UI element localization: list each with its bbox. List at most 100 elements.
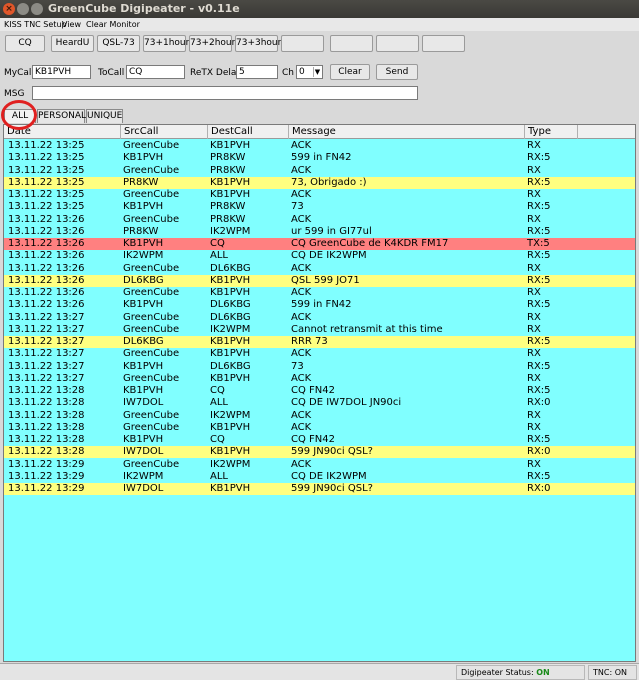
empty-button-3[interactable] bbox=[376, 35, 419, 52]
chevron-down-icon: ▼ bbox=[313, 67, 321, 77]
window-title: GreenCube Digipeater - v0.11e bbox=[48, 2, 240, 15]
table-row[interactable]: 13.11.22 13:29 IW7DOL KB1PVH 599 JN90ci QSL… bbox=[4, 483, 635, 495]
title-bar: × GreenCube Digipeater - v0.11e bbox=[0, 0, 639, 18]
table-row[interactable]: 13.11.22 13:28 IW7DOL ALL CQ DE IW7DOL JN90… bbox=[4, 397, 635, 409]
cell-message: CQ DE IK2WPM bbox=[291, 250, 367, 262]
cell-destcall: IK2WPM bbox=[210, 458, 251, 470]
cell-date: 13.11.22 13:26 bbox=[8, 287, 85, 298]
empty-button-4[interactable] bbox=[422, 35, 465, 52]
cell-type: RX:0 bbox=[527, 446, 551, 458]
table-row[interactable]: 13.11.22 13:28 KB1PVH CQ CQ FN42 RX:5 bbox=[4, 385, 635, 397]
cell-message: ACK bbox=[291, 189, 312, 200]
cell-date: 13.11.22 13:27 bbox=[8, 348, 85, 360]
table-row[interactable]: 13.11.22 13:25 PR8KW KB1PVH 73, Obrigado :)… bbox=[4, 176, 635, 189]
tab-personal[interactable]: PERSONAL bbox=[37, 109, 86, 123]
73-2hour-button[interactable]: 73+2hour bbox=[189, 35, 235, 52]
table-row[interactable]: 13.11.22 13:27 GreenCube KB1PVH ACK RX bbox=[4, 373, 635, 385]
table-row[interactable]: 13.11.22 13:26 KB1PVH DL6KBG 599 in FN42 RX:… bbox=[4, 299, 635, 311]
menu-kiss-tnc-setup[interactable]: KISS TNC Setup bbox=[4, 18, 67, 31]
cell-destcall: KB1PVH bbox=[210, 274, 251, 286]
column-header-message[interactable]: Message bbox=[289, 125, 525, 139]
cell-destcall: ALL bbox=[210, 470, 228, 482]
table-row[interactable]: 13.11.22 13:26 KB1PVH CQ CQ GreenCube de K4… bbox=[4, 238, 635, 250]
minimize-icon[interactable] bbox=[17, 3, 29, 15]
table-row[interactable]: 13.11.22 13:28 GreenCube IK2WPM ACK RX bbox=[4, 410, 635, 422]
73-1hour-button[interactable]: 73+1hour bbox=[143, 35, 189, 52]
table-row[interactable]: 13.11.22 13:25 GreenCube PR8KW ACK RX bbox=[4, 165, 635, 177]
table-row[interactable]: 13.11.22 13:27 DL6KBG KB1PVH RRR 73 RX:5 bbox=[4, 336, 635, 348]
clear-button[interactable]: Clear bbox=[330, 64, 370, 80]
cell-message: ACK bbox=[291, 140, 312, 151]
table-row[interactable]: 13.11.22 13:27 GreenCube KB1PVH ACK RX bbox=[4, 348, 635, 360]
cell-type: RX:0 bbox=[527, 397, 551, 409]
table-row[interactable]: 13.11.22 13:27 KB1PVH DL6KBG 73 RX:5 bbox=[4, 361, 635, 373]
table-row[interactable]: 13.11.22 13:28 IW7DOL KB1PVH 599 JN90ci QSL… bbox=[4, 446, 635, 459]
retx-delay-label: ReTX Delay bbox=[190, 68, 242, 78]
cell-destcall: KB1PVH bbox=[210, 140, 251, 151]
cell-destcall: KB1PVH bbox=[210, 189, 251, 200]
close-icon[interactable]: × bbox=[3, 3, 15, 15]
table-row[interactable]: 13.11.22 13:25 GreenCube KB1PVH ACK RX bbox=[4, 140, 635, 152]
table-row[interactable]: 13.11.22 13:27 GreenCube IK2WPM Cannot retr… bbox=[4, 324, 635, 336]
cell-date: 13.11.22 13:29 bbox=[8, 483, 85, 494]
table-row[interactable]: 13.11.22 13:26 GreenCube PR8KW ACK RX bbox=[4, 214, 635, 226]
retx-delay-field[interactable]: 5 bbox=[236, 65, 278, 79]
cell-srccall: GreenCube bbox=[123, 409, 180, 421]
cell-date: 13.11.22 13:28 bbox=[8, 385, 85, 396]
cell-date: 13.11.22 13:26 bbox=[8, 262, 85, 274]
table-row[interactable]: 13.11.22 13:28 KB1PVH CQ CQ FN42 RX:5 bbox=[4, 434, 635, 446]
table-row[interactable]: 13.11.22 13:27 GreenCube DL6KBG ACK RX bbox=[4, 312, 635, 324]
tab-unique[interactable]: UNIQUE bbox=[86, 109, 123, 123]
column-header-type[interactable]: Type bbox=[525, 125, 578, 139]
table-row[interactable]: 13.11.22 13:29 IK2WPM ALL CQ DE IK2WPM RX:5 bbox=[4, 471, 635, 483]
menu-view[interactable]: View bbox=[62, 18, 81, 31]
cq-button[interactable]: CQ bbox=[5, 35, 45, 52]
73-3hour-button[interactable]: 73+3hour bbox=[235, 35, 281, 52]
qsl-73-button[interactable]: QSL-73 bbox=[97, 35, 140, 52]
cell-type: RX bbox=[527, 458, 541, 470]
table-row[interactable]: 13.11.22 13:26 DL6KBG KB1PVH QSL 599 JO71 RX… bbox=[4, 274, 635, 287]
empty-button-2[interactable] bbox=[330, 35, 373, 52]
table-row[interactable]: 13.11.22 13:28 GreenCube KB1PVH ACK RX bbox=[4, 422, 635, 434]
send-button[interactable]: Send bbox=[376, 64, 418, 80]
mycall-field[interactable]: KB1PVH bbox=[32, 65, 91, 79]
msg-field[interactable] bbox=[32, 86, 418, 100]
cell-destcall: KB1PVH bbox=[210, 446, 251, 458]
cell-date: 13.11.22 13:26 bbox=[8, 225, 85, 237]
cell-srccall: IK2WPM bbox=[123, 250, 164, 262]
cell-type: RX bbox=[527, 213, 541, 225]
cell-date: 13.11.22 13:27 bbox=[8, 323, 85, 335]
table-row[interactable]: 13.11.22 13:25 KB1PVH PR8KW 73 RX:5 bbox=[4, 201, 635, 213]
cell-date: 13.11.22 13:26 bbox=[8, 250, 85, 262]
cell-message: ACK bbox=[291, 409, 312, 421]
table-row[interactable]: 13.11.22 13:25 KB1PVH PR8KW 599 in FN42 RX:5 bbox=[4, 152, 635, 164]
menu-clear-monitor[interactable]: Clear Monitor bbox=[86, 18, 140, 31]
cell-type: RX:5 bbox=[527, 176, 551, 188]
column-header-srccall[interactable]: SrcCall bbox=[121, 125, 208, 139]
cell-date: 13.11.22 13:25 bbox=[8, 140, 85, 151]
maximize-icon[interactable] bbox=[31, 3, 43, 15]
message-table[interactable]: Date SrcCall DestCall Message Type 13.11… bbox=[3, 124, 636, 662]
table-row[interactable]: 13.11.22 13:25 GreenCube KB1PVH ACK RX bbox=[4, 189, 635, 201]
cell-srccall: GreenCube bbox=[123, 372, 180, 384]
cell-type: RX bbox=[527, 262, 541, 274]
cell-message: 73 bbox=[291, 360, 304, 372]
empty-button-1[interactable] bbox=[281, 35, 324, 52]
tocall-field[interactable]: CQ bbox=[126, 65, 185, 79]
cell-message: ACK bbox=[291, 458, 312, 470]
cell-srccall: DL6KBG bbox=[123, 274, 164, 286]
cell-date: 13.11.22 13:25 bbox=[8, 164, 85, 176]
cell-date: 13.11.22 13:27 bbox=[8, 360, 85, 372]
cell-srccall: DL6KBG bbox=[123, 336, 164, 347]
cell-srccall: IK2WPM bbox=[123, 470, 164, 482]
table-row[interactable]: 13.11.22 13:26 IK2WPM ALL CQ DE IK2WPM RX:5 bbox=[4, 250, 635, 262]
table-row[interactable]: 13.11.22 13:26 GreenCube KB1PVH ACK RX bbox=[4, 287, 635, 299]
cell-type: RX bbox=[527, 323, 541, 335]
ch-select[interactable]: 0 ▼ bbox=[296, 65, 323, 79]
table-row[interactable]: 13.11.22 13:26 GreenCube DL6KBG ACK RX bbox=[4, 263, 635, 275]
table-row[interactable]: 13.11.22 13:29 GreenCube IK2WPM ACK RX bbox=[4, 459, 635, 471]
table-row[interactable]: 13.11.22 13:26 PR8KW IK2WPM ur 599 in GI77u… bbox=[4, 226, 635, 238]
column-header-destcall[interactable]: DestCall bbox=[208, 125, 289, 139]
heardu-button[interactable]: HeardU bbox=[51, 35, 94, 52]
cell-message: CQ FN42 bbox=[291, 434, 335, 445]
